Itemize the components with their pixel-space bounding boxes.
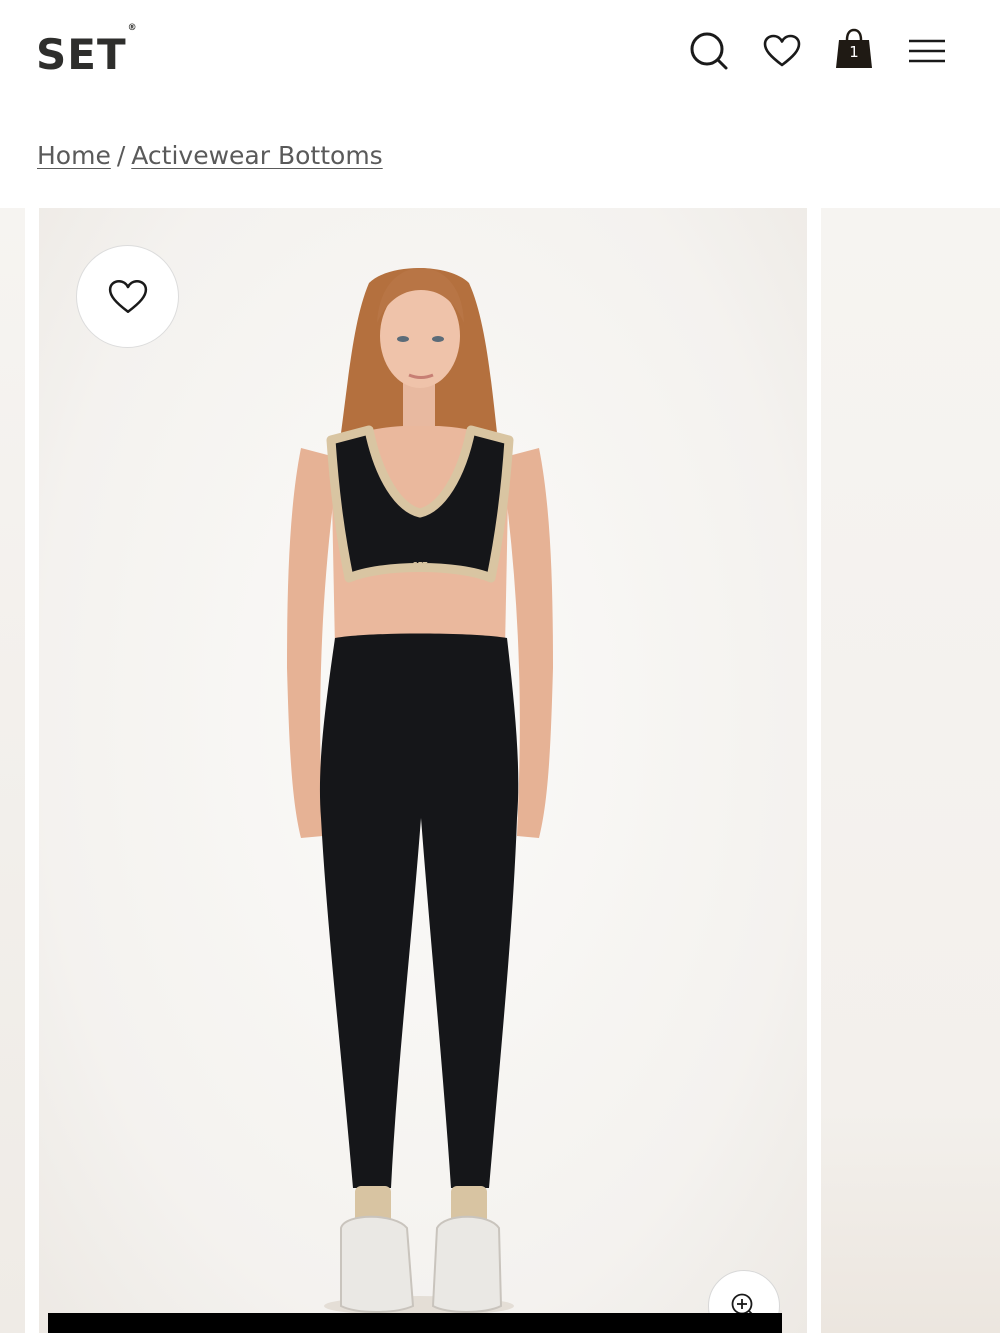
previous-product-image[interactable] [0, 208, 25, 1333]
bottom-action-bar[interactable] [48, 1313, 782, 1333]
heart-icon [108, 279, 147, 313]
breadcrumb: Home / Activewear Bottoms [37, 138, 383, 174]
product-image-gallery[interactable]: SET [0, 208, 1000, 1333]
model-photo: SET [287, 268, 553, 1316]
search-icon[interactable] [688, 30, 730, 72]
add-to-wishlist-button[interactable] [76, 245, 179, 348]
hamburger-menu-icon[interactable] [906, 30, 948, 72]
product-image[interactable]: SET [39, 208, 807, 1333]
breadcrumb-separator: / [116, 141, 126, 170]
brand-logo[interactable]: SET® [36, 23, 137, 77]
shopping-bag-icon[interactable]: 1 [833, 28, 875, 70]
breadcrumb-category-link[interactable]: Activewear Bottoms [131, 141, 382, 170]
breadcrumb-home-link[interactable]: Home [37, 141, 111, 170]
bag-count-badge: 1 [849, 43, 859, 61]
site-header: SET® 1 [0, 0, 1000, 105]
bra-brand-print: SET [413, 561, 428, 569]
next-product-image[interactable] [821, 208, 1000, 1333]
heart-icon[interactable] [761, 30, 803, 72]
